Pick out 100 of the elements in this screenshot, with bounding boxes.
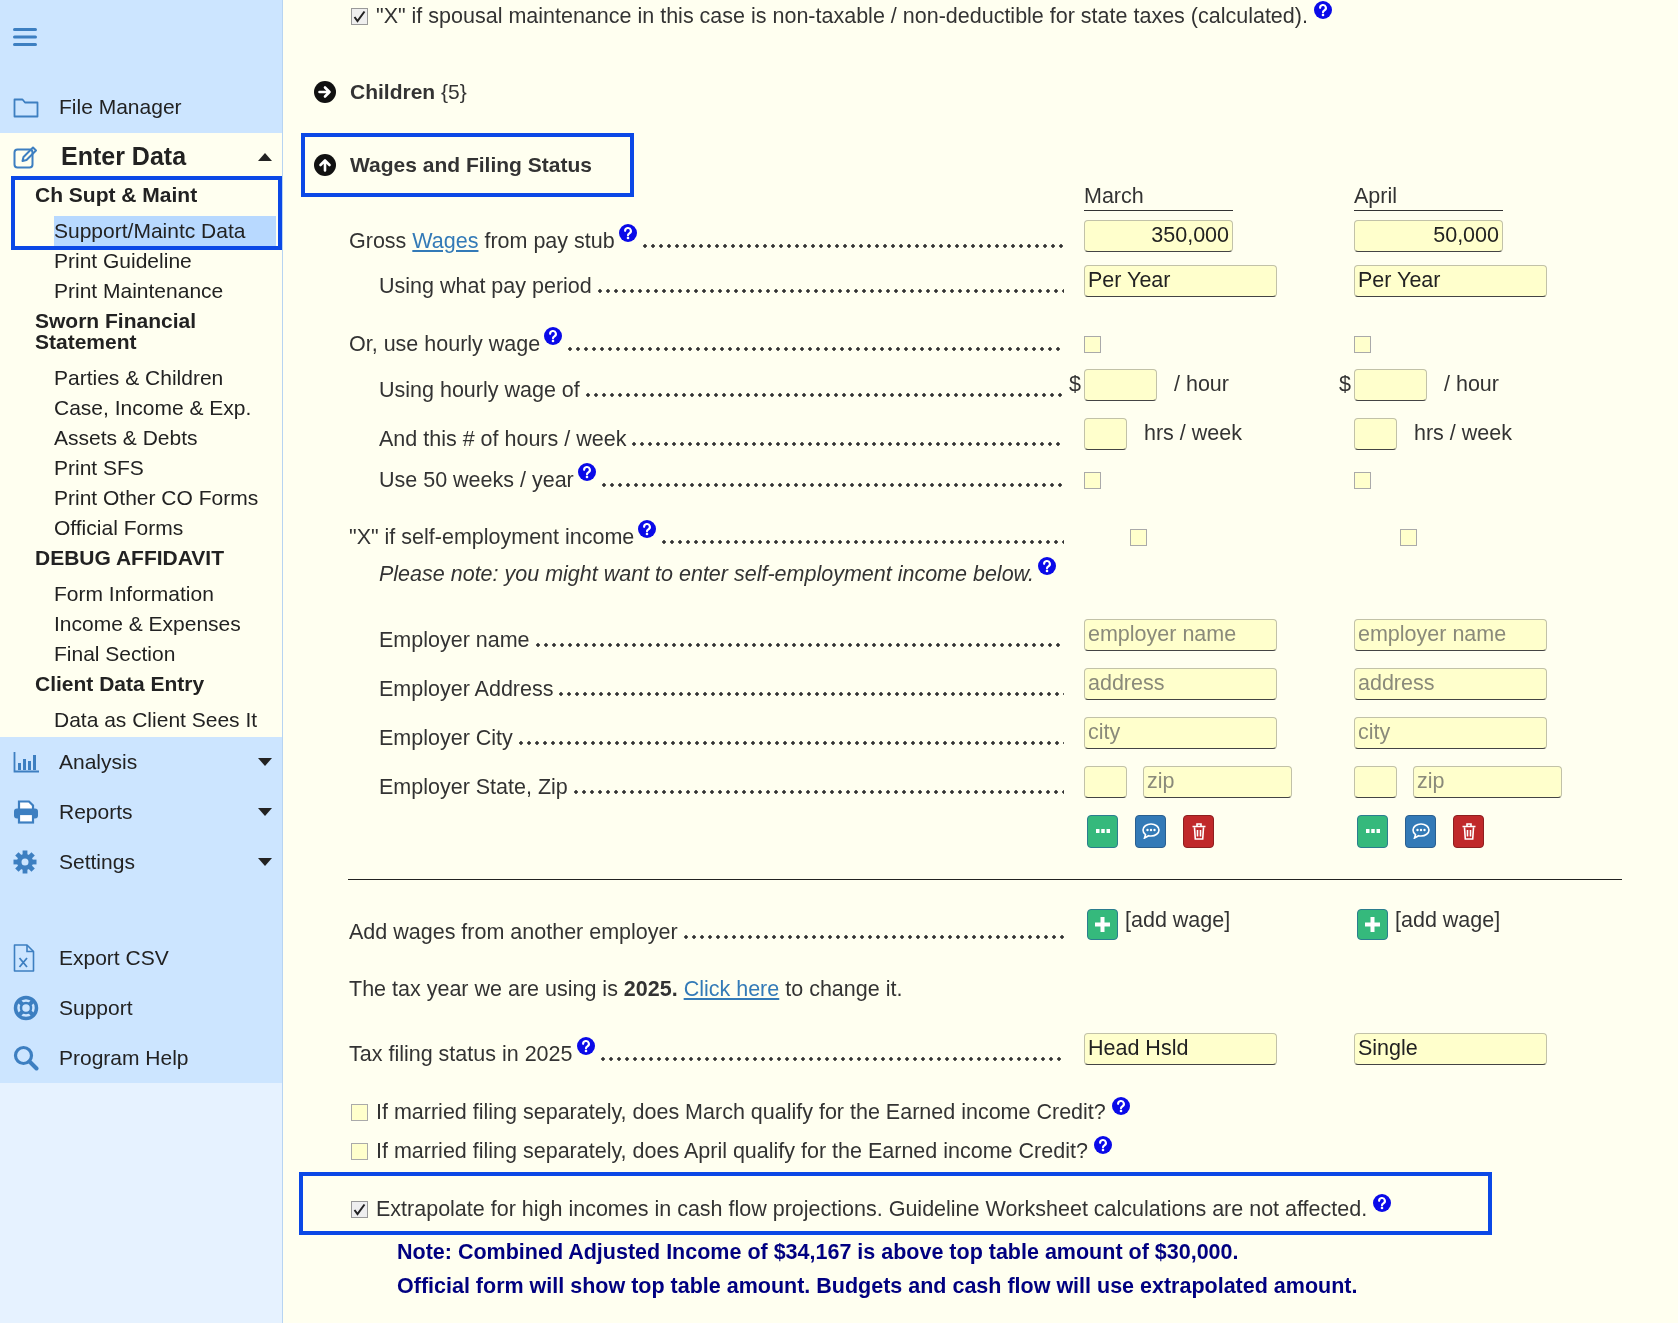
field-label: Or, use hourly wage — [349, 331, 541, 357]
sidebar-link[interactable]: Data as Client Sees It — [54, 705, 274, 735]
help-icon[interactable] — [577, 462, 596, 481]
add-button[interactable] — [1357, 909, 1388, 940]
inline-link[interactable]: Wages — [412, 229, 479, 253]
warning-note: Official form will show top table amount. Budgets and cash flow will use extrapolated amount. — [397, 1273, 1358, 1300]
help-icon[interactable] — [638, 519, 657, 538]
lifebuoy-icon — [13, 995, 39, 1021]
text-field[interactable]: address — [1084, 667, 1277, 700]
sidebar-link[interactable]: Assets & Debts — [54, 423, 274, 453]
unit-label: / hour — [1444, 372, 1499, 397]
sidebar-link[interactable]: Support/Maintc Data — [54, 216, 276, 246]
help-icon[interactable] — [1111, 1097, 1130, 1115]
add-button[interactable] — [1087, 909, 1118, 940]
sidebar-item[interactable]: Program Help — [0, 1033, 282, 1083]
dropdown-field[interactable]: Per Year — [1354, 264, 1547, 297]
field-label: Tax filing status in 2025 — [349, 1042, 573, 1067]
comment-button[interactable] — [1405, 814, 1436, 848]
delete-button[interactable] — [1183, 814, 1214, 848]
sidebar-link[interactable]: Print Guideline — [54, 246, 274, 276]
state-field[interactable] — [1084, 765, 1127, 798]
plus-icon — [1365, 917, 1380, 932]
checkbox[interactable] — [1130, 528, 1147, 546]
edit-icon — [13, 144, 39, 169]
ellipsis-icon — [1095, 829, 1110, 833]
sidebar-link[interactable]: Case, Income & Exp. — [54, 393, 274, 423]
unit-label: hrs / week — [1414, 421, 1512, 446]
delete-button[interactable] — [1453, 814, 1484, 848]
rate-field[interactable] — [1354, 368, 1427, 401]
sidebar-link[interactable]: Income & Expenses — [54, 609, 274, 639]
sidebar-item[interactable]: Support — [0, 983, 282, 1033]
currency-symbol: $ — [1339, 372, 1352, 397]
sidebar-section-toggle[interactable]: Analysis — [0, 737, 282, 787]
field-label: Employer Address — [379, 677, 554, 702]
help-icon[interactable] — [1093, 1136, 1112, 1154]
sidebar-link[interactable]: Print Other CO Forms — [54, 483, 274, 513]
zip-field[interactable]: zip — [1413, 765, 1562, 798]
help-icon[interactable] — [1373, 1194, 1392, 1212]
dropdown-field[interactable]: Per Year — [1084, 264, 1277, 297]
comment-button[interactable] — [1135, 814, 1166, 848]
section-toggle[interactable]: Children {5} — [314, 80, 467, 104]
tax-year-sentence: The tax year we are using is 2025. Click here to change it. — [349, 976, 903, 1003]
text-field[interactable]: employer name — [1354, 618, 1547, 651]
help-icon[interactable] — [1037, 556, 1056, 575]
sidebar-section-toggle[interactable]: Settings — [0, 837, 282, 887]
sidebar-link[interactable]: Form Information — [54, 579, 274, 609]
text-field[interactable]: employer name — [1084, 618, 1277, 651]
text-field[interactable]: city — [1084, 716, 1277, 749]
checkbox-label: "X" if spousal maintenance in this case is non-taxable / non-deductible for state taxes (calculated). — [376, 3, 1308, 29]
checkbox[interactable] — [1084, 471, 1101, 489]
sidebar-link[interactable]: Print SFS — [54, 453, 274, 483]
column-header: April — [1354, 184, 1503, 211]
checkbox[interactable] — [1400, 528, 1417, 546]
sidebar-link[interactable]: Print Maintenance — [54, 276, 274, 306]
plus-icon — [1095, 917, 1110, 932]
more-button[interactable] — [1357, 814, 1388, 848]
text-field[interactable]: city — [1354, 716, 1547, 749]
spreadsheet-file-icon — [13, 944, 35, 972]
amount-field[interactable]: 350,000 — [1084, 219, 1233, 252]
checkbox[interactable] — [351, 1200, 368, 1218]
bar-chart-icon — [13, 751, 39, 773]
text-field[interactable]: address — [1354, 667, 1547, 700]
checkbox-label: If married filing separately, does March qualify for the Earned income Credit? — [376, 1099, 1106, 1125]
change-year-link[interactable]: Click here — [683, 977, 780, 1001]
sidebar-link[interactable]: Final Section — [54, 639, 274, 669]
help-icon[interactable] — [1313, 1, 1332, 19]
checkbox[interactable] — [1354, 335, 1371, 353]
trash-icon — [1191, 822, 1206, 840]
checkbox-label: If married filing separately, does April qualify for the Earned income Credit? — [376, 1138, 1088, 1164]
sidebar-item[interactable]: File Manager — [0, 80, 282, 133]
menu-icon[interactable] — [13, 27, 37, 47]
sidebar-heading: Sworn Financial Statement — [34, 308, 198, 355]
sidebar-item[interactable]: Export CSV — [0, 933, 282, 983]
amount-field[interactable]: 50,000 — [1354, 219, 1503, 252]
hours-field[interactable] — [1084, 417, 1127, 450]
checkbox[interactable] — [351, 1142, 368, 1160]
dropdown-field[interactable]: Head Hsld — [1084, 1032, 1277, 1065]
add-wage-link[interactable]: [add wage] — [1125, 908, 1231, 933]
rate-field[interactable] — [1084, 368, 1157, 401]
add-wage-link[interactable]: [add wage] — [1395, 908, 1501, 933]
more-button[interactable] — [1087, 814, 1118, 848]
checkbox[interactable] — [1354, 471, 1371, 489]
field-label: Add wages from another employer — [349, 920, 678, 945]
sidebar-link[interactable]: Parties & Children — [54, 363, 274, 393]
checkbox[interactable] — [1084, 335, 1101, 353]
sidebar-link[interactable]: Official Forms — [54, 513, 274, 543]
checkbox[interactable] — [351, 7, 368, 25]
section-toggle[interactable]: Wages and Filing Status — [314, 153, 592, 177]
dropdown-field[interactable]: Single — [1354, 1032, 1547, 1065]
hours-field[interactable] — [1354, 417, 1397, 450]
unit-label: hrs / week — [1144, 421, 1242, 446]
zip-field[interactable]: zip — [1143, 765, 1292, 798]
help-icon[interactable] — [618, 224, 637, 242]
field-label: Employer City — [379, 726, 513, 751]
state-field[interactable] — [1354, 765, 1397, 798]
help-icon[interactable] — [544, 326, 563, 345]
sidebar-section-toggle[interactable]: Reports — [0, 787, 282, 837]
checkbox[interactable] — [351, 1103, 368, 1121]
help-icon[interactable] — [576, 1037, 595, 1055]
ellipsis-icon — [1365, 829, 1380, 833]
